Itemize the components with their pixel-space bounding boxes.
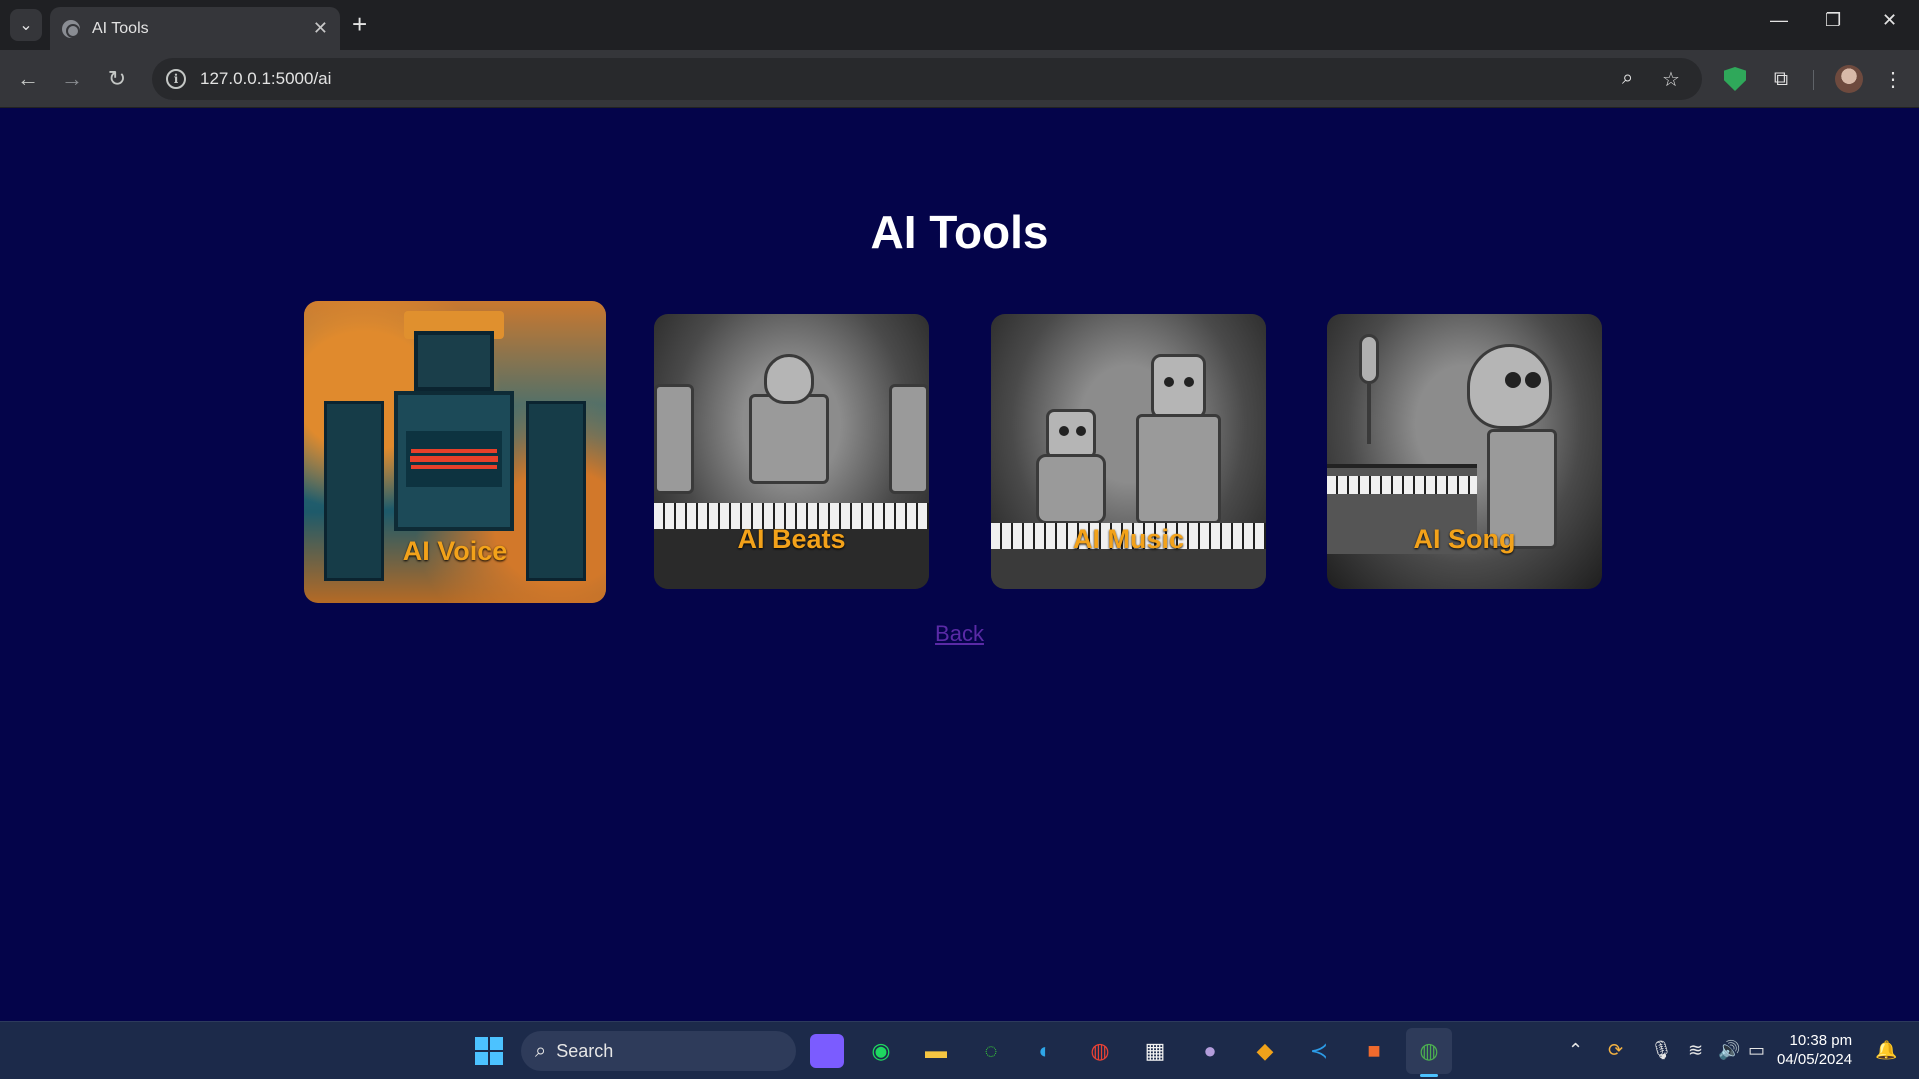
toolbar-divider bbox=[1813, 70, 1814, 90]
clock-date: 04/05/2024 bbox=[1777, 1051, 1853, 1068]
microphone-icon[interactable]: 🎙 bbox=[1650, 1040, 1673, 1061]
minimize-button[interactable]: — bbox=[1770, 10, 1788, 31]
vscode-icon[interactable]: ≺ bbox=[1302, 1034, 1336, 1068]
start-button[interactable] bbox=[472, 1034, 506, 1068]
wifi-icon[interactable]: ≋ bbox=[1688, 1040, 1703, 1061]
volume-icon[interactable]: 🔊 bbox=[1718, 1040, 1740, 1061]
shield-extension-icon[interactable] bbox=[1719, 63, 1751, 95]
tab-bar: ⌄ AI Tools ✕ + — ❐ ✕ bbox=[0, 0, 1919, 50]
store-icon[interactable]: ▦ bbox=[1138, 1034, 1172, 1068]
ubuntu-icon[interactable]: ■ bbox=[1357, 1034, 1391, 1068]
tray-overflow-chevron-icon[interactable]: ⌃ bbox=[1568, 1040, 1583, 1061]
tab-close-icon[interactable]: ✕ bbox=[313, 18, 328, 39]
globe-icon bbox=[62, 19, 80, 38]
browser-tab[interactable]: AI Tools ✕ bbox=[50, 7, 340, 50]
notification-bell-icon[interactable]: 🔔 bbox=[1875, 1040, 1897, 1061]
card-ai-voice[interactable]: AI Voice bbox=[304, 301, 606, 603]
forward-arrow-icon[interactable]: → bbox=[56, 63, 88, 95]
search-label: Search bbox=[556, 1040, 614, 1061]
new-tab-button[interactable]: + bbox=[352, 10, 367, 38]
edge-icon[interactable]: ◐ bbox=[1028, 1034, 1062, 1068]
chrome-icon[interactable]: ◍ bbox=[1083, 1034, 1117, 1068]
spotify-icon[interactable]: ◉ bbox=[864, 1034, 898, 1068]
clock[interactable]: 10:38 pm 04/05/2024 bbox=[1777, 1031, 1852, 1069]
taskbar-search[interactable]: ⌕ Search bbox=[521, 1031, 796, 1071]
url-text: 127.0.0.1:5000/ai bbox=[200, 69, 332, 88]
bookmark-star-icon[interactable]: ☆ bbox=[1662, 67, 1680, 92]
github-desktop-icon[interactable]: ● bbox=[1193, 1034, 1227, 1068]
clock-time: 10:38 pm bbox=[1789, 1032, 1853, 1049]
profile-avatar[interactable] bbox=[1835, 65, 1863, 93]
active-indicator bbox=[1420, 1074, 1438, 1077]
file-explorer-icon[interactable]: ▬ bbox=[919, 1034, 953, 1068]
card-label: AI Music bbox=[1072, 524, 1185, 554]
tab-search-button[interactable]: ⌄ bbox=[10, 9, 42, 41]
page-body: AI Tools AI Voice AI Beats AI Music AI S… bbox=[0, 109, 1919, 1021]
site-info-icon[interactable]: i bbox=[166, 69, 186, 89]
search-icon: ⌕ bbox=[535, 1039, 547, 1062]
tab-title: AI Tools bbox=[92, 19, 149, 37]
card-label: AI Song bbox=[1413, 524, 1516, 554]
battery-icon[interactable]: ▭ bbox=[1748, 1040, 1765, 1061]
reload-icon[interactable]: ↻ bbox=[101, 63, 133, 95]
card-label: AI Beats bbox=[737, 524, 846, 554]
menu-kebab-icon[interactable]: ⋮ bbox=[1877, 63, 1909, 95]
git-icon[interactable]: ◆ bbox=[1248, 1034, 1282, 1068]
back-link-wrapper: Back bbox=[0, 621, 1919, 647]
card-label: AI Voice bbox=[402, 536, 508, 566]
address-bar[interactable]: i 127.0.0.1:5000/ai ⌕ ☆ bbox=[152, 58, 1702, 100]
restore-button[interactable]: ❐ bbox=[1825, 10, 1841, 31]
taskbar: ⌕ Search ◉ ▬ ◌ ◐ ◍ ▦ ● ◆ ≺ ■ ◍ ⌃ ⟳ 🎙 ≋ 🔊… bbox=[0, 1021, 1919, 1079]
sync-tray-icon[interactable]: ⟳ bbox=[1608, 1040, 1623, 1061]
back-arrow-icon[interactable]: ← bbox=[12, 63, 44, 95]
zoom-icon[interactable]: ⌕ bbox=[1622, 67, 1633, 90]
card-ai-music[interactable]: AI Music bbox=[991, 314, 1266, 589]
extensions-puzzle-icon[interactable]: ⧉ bbox=[1765, 63, 1797, 95]
card-ai-beats[interactable]: AI Beats bbox=[654, 314, 929, 589]
windows-logo-icon bbox=[475, 1037, 503, 1065]
card-ai-song[interactable]: AI Song bbox=[1327, 314, 1602, 589]
copilot-app-icon[interactable] bbox=[810, 1034, 844, 1068]
page-title: AI Tools bbox=[870, 206, 1049, 258]
sync-app-icon[interactable]: ◌ bbox=[974, 1034, 1008, 1068]
back-link[interactable]: Back bbox=[935, 621, 984, 646]
browser-toolbar: ← → ↻ i 127.0.0.1:5000/ai ⌕ ☆ ⧉ ⋮ bbox=[0, 50, 1919, 108]
close-window-button[interactable]: ✕ bbox=[1882, 10, 1897, 31]
chrome-profile-icon[interactable]: ◍ bbox=[1412, 1034, 1446, 1068]
chevron-down-icon: ⌄ bbox=[19, 17, 33, 34]
